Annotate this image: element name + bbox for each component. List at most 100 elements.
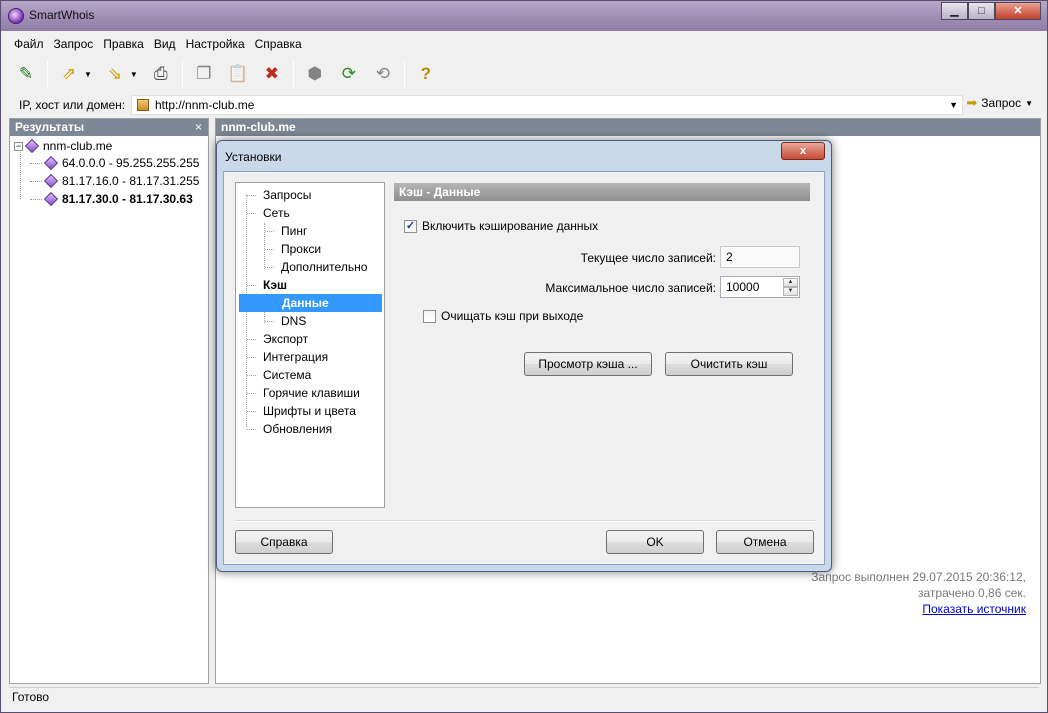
title-bar[interactable]: SmartWhois ▁ □ ✕: [1, 1, 1047, 31]
query-button-label: Запрос: [981, 96, 1022, 110]
checkbox-unchecked-icon[interactable]: [423, 309, 436, 323]
menu-file[interactable]: Файл: [9, 34, 49, 54]
tree-root-label: nnm-club.me: [43, 139, 113, 153]
tree-item[interactable]: 64.0.0.0 - 95.255.255.255: [30, 154, 199, 172]
nav-integration[interactable]: Интеграция: [263, 348, 328, 366]
dialog-close-icon[interactable]: x: [781, 142, 825, 160]
nav-system[interactable]: Система: [263, 366, 311, 384]
results-close-icon[interactable]: ×: [195, 119, 202, 136]
query-dropdown-icon[interactable]: ▼: [1025, 99, 1033, 108]
results-header-label: Результаты: [15, 120, 85, 134]
paste-icon[interactable]: 📋: [224, 60, 252, 88]
toolbar: ✎ ⇗ ▼ ⇘ ▼ ⎙ ❐ 📋 ✖ ⬢ ⟳ ⟲ ?: [9, 56, 1039, 92]
maximize-button[interactable]: □: [968, 2, 995, 20]
open-dropdown-icon[interactable]: ▼: [84, 70, 92, 79]
address-bar: IP, хост или домен: http://nnm-club.me ▼…: [9, 94, 1039, 116]
ip-range-gem-icon: [43, 191, 59, 207]
tree-item-label: 64.0.0.0 - 95.255.255.255: [62, 156, 200, 170]
nav-export[interactable]: Экспорт: [263, 330, 308, 348]
view-cache-button[interactable]: Просмотр кэша ...: [524, 352, 652, 376]
nav-hotkeys[interactable]: Горячие клавиши: [263, 384, 360, 402]
nav-proxy[interactable]: Прокси: [281, 240, 321, 258]
show-source-link[interactable]: Показать источник: [811, 601, 1026, 617]
ip-range-gem-icon: [43, 155, 59, 171]
copy-icon[interactable]: ❐: [190, 60, 218, 88]
help-icon[interactable]: ?: [412, 60, 440, 88]
max-count-label: Максимальное число записей:: [545, 281, 716, 295]
tree-item-selected[interactable]: 81.17.30.0 - 81.17.30.63: [30, 190, 199, 208]
stop-icon[interactable]: ⬢: [301, 60, 329, 88]
go-arrow-icon: ➡: [966, 95, 978, 110]
address-label: IP, хост или домен:: [19, 98, 126, 112]
refresh-icon[interactable]: ⟳: [335, 60, 363, 88]
query-button[interactable]: ➡ Запрос ▼: [966, 95, 1033, 111]
menu-settings[interactable]: Настройка: [181, 34, 250, 54]
clear-cache-button[interactable]: Очистить кэш: [665, 352, 793, 376]
menu-bar: Файл Запрос Правка Вид Настройка Справка: [9, 34, 307, 54]
query-info: Запрос выполнен 29.07.2015 20:36:12, зат…: [811, 569, 1026, 617]
tree-line: [20, 149, 21, 199]
new-query-icon[interactable]: ✎: [12, 60, 40, 88]
address-value: http://nnm-club.me: [155, 98, 255, 112]
menu-query[interactable]: Запрос: [49, 34, 99, 54]
tree-root[interactable]: − nnm-club.me: [14, 138, 113, 154]
close-button[interactable]: ✕: [995, 2, 1041, 20]
nav-ping[interactable]: Пинг: [281, 222, 307, 240]
history-icon[interactable]: ⟲: [369, 60, 397, 88]
minimize-button[interactable]: ▁: [941, 2, 968, 20]
nav-requests[interactable]: Запросы: [263, 186, 311, 204]
clear-on-exit-label: Очищать кэш при выходе: [441, 309, 584, 323]
nav-network[interactable]: Сеть: [263, 204, 290, 222]
spin-down-icon[interactable]: ▼: [783, 287, 798, 296]
app-logo-icon: [8, 8, 24, 24]
cancel-button[interactable]: Отмена: [716, 530, 814, 554]
window-title: SmartWhois: [29, 8, 95, 22]
tree-item-label: 81.17.30.0 - 81.17.30.63: [62, 192, 193, 206]
toolbar-separator: [181, 60, 183, 88]
max-count-stepper[interactable]: 10000 ▲ ▼: [720, 276, 800, 298]
query-duration: затрачено 0,86 сек.: [918, 586, 1026, 600]
results-pane: Результаты × − nnm-club.me 64.0.0.0 - 95…: [9, 118, 209, 684]
dialog-title: Установки: [225, 150, 282, 164]
print-icon[interactable]: ⎙: [147, 60, 175, 88]
help-button[interactable]: Справка: [235, 530, 333, 554]
delete-icon[interactable]: ✖: [258, 60, 286, 88]
max-count-value: 10000: [726, 280, 760, 294]
current-count-label: Текущее число записей:: [580, 251, 716, 265]
tree-item[interactable]: 81.17.16.0 - 81.17.31.255: [30, 172, 199, 190]
settings-dialog: Установки x Запросы Сеть Пинг Прокси Доп…: [216, 140, 832, 572]
nav-cache[interactable]: Кэш: [263, 276, 287, 294]
open-icon[interactable]: ⇗: [55, 60, 83, 88]
address-dropdown-icon[interactable]: ▼: [949, 100, 958, 110]
url-icon: [137, 99, 149, 111]
nav-dns[interactable]: DNS: [281, 312, 306, 330]
query-time: Запрос выполнен 29.07.2015 20:36:12,: [811, 570, 1026, 584]
current-count-field: 2: [720, 246, 800, 268]
enable-cache-checkbox[interactable]: ✓ Включить кэширование данных: [404, 219, 598, 233]
results-header: Результаты ×: [10, 119, 208, 136]
dialog-separator: [235, 520, 815, 522]
settings-nav-tree: Запросы Сеть Пинг Прокси Дополнительно К…: [235, 182, 385, 508]
checkbox-checked-icon[interactable]: ✓: [404, 219, 417, 233]
menu-help[interactable]: Справка: [250, 34, 307, 54]
dialog-body: Запросы Сеть Пинг Прокси Дополнительно К…: [223, 171, 825, 565]
ip-range-gem-icon: [43, 173, 59, 189]
nav-fonts-colors[interactable]: Шрифты и цвета: [263, 402, 356, 420]
nav-cache-data[interactable]: Данные: [239, 294, 382, 312]
section-title: Кэш - Данные: [394, 183, 810, 201]
save-dropdown-icon[interactable]: ▼: [130, 70, 138, 79]
clear-on-exit-checkbox[interactable]: Очищать кэш при выходе: [423, 309, 583, 323]
nav-updates[interactable]: Обновления: [263, 420, 332, 438]
collapse-icon[interactable]: −: [14, 141, 23, 151]
nav-advanced[interactable]: Дополнительно: [281, 258, 367, 276]
menu-edit[interactable]: Правка: [98, 34, 149, 54]
save-icon[interactable]: ⇘: [101, 60, 129, 88]
address-input[interactable]: http://nnm-club.me ▼: [131, 95, 963, 115]
menu-view[interactable]: Вид: [149, 34, 181, 54]
status-bar: Готово: [9, 687, 1039, 705]
detail-header: nnm-club.me: [216, 119, 1040, 136]
toolbar-separator: [47, 60, 48, 88]
spin-up-icon[interactable]: ▲: [783, 278, 798, 287]
tree-item-label: 81.17.16.0 - 81.17.31.255: [62, 174, 200, 188]
ok-button[interactable]: OK: [606, 530, 704, 554]
